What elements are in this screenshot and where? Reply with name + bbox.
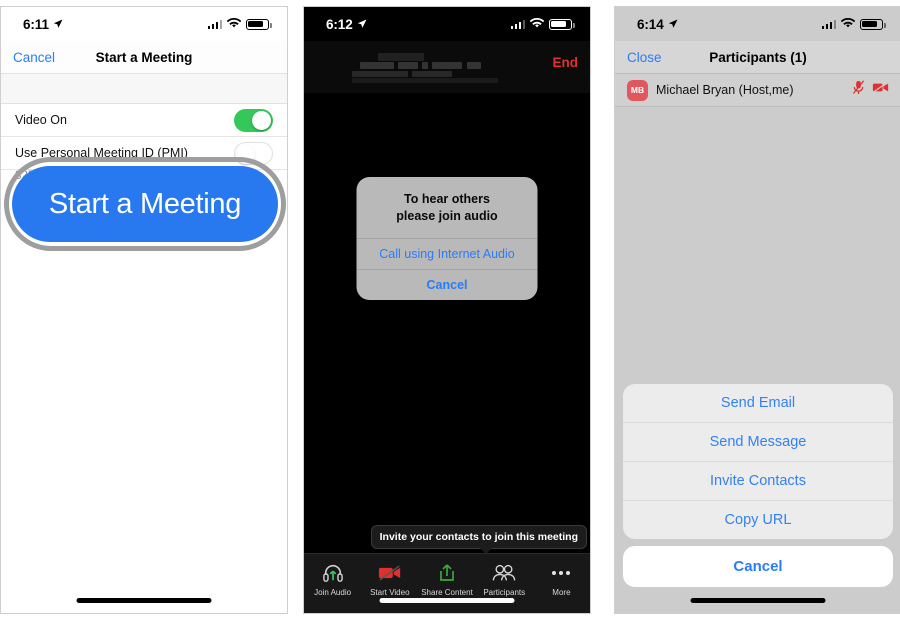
microphone-muted-icon xyxy=(852,80,865,100)
participant-status-icons xyxy=(852,80,889,100)
home-indicator xyxy=(379,598,515,603)
status-bar-right xyxy=(510,17,575,32)
dialog-cancel-button[interactable]: Cancel xyxy=(356,268,538,300)
meeting-header: End xyxy=(304,41,590,93)
battery-icon xyxy=(860,18,886,30)
close-button[interactable]: Close xyxy=(627,50,662,65)
toolbar-more[interactable]: More xyxy=(533,561,590,597)
action-sheet-cancel-button[interactable]: Cancel xyxy=(623,546,893,587)
status-bar-left: 6:12 xyxy=(326,17,367,32)
toolbar-label: Join Audio xyxy=(314,588,352,597)
navigation-bar: Cancel Start a Meeting xyxy=(1,41,287,74)
toolbar-label: Start Video xyxy=(370,588,410,597)
call-using-internet-audio-button[interactable]: Call using Internet Audio xyxy=(356,237,538,269)
invite-contacts-button[interactable]: Invite Contacts xyxy=(623,462,893,501)
headset-icon xyxy=(304,561,361,585)
toolbar-label: Participants xyxy=(483,588,526,597)
wifi-icon xyxy=(840,17,856,32)
toolbar-participants[interactable]: Participants xyxy=(476,561,533,597)
home-indicator xyxy=(76,598,212,603)
start-meeting-callout: Start a Meeting xyxy=(4,157,286,251)
participant-name: Michael Bryan (Host,me) xyxy=(656,83,794,97)
send-email-button[interactable]: Send Email xyxy=(623,384,893,423)
invite-action-sheet: Send Email Send Message Invite Contacts … xyxy=(623,384,893,587)
start-meeting-button[interactable]: Start a Meeting xyxy=(12,166,278,242)
participant-row[interactable]: MB Michael Bryan (Host,me) xyxy=(615,74,900,107)
cellular-signal-icon xyxy=(821,19,836,29)
status-time: 6:11 xyxy=(23,16,49,32)
dialog-message-line2: please join audio xyxy=(396,208,498,223)
copy-url-button[interactable]: Copy URL xyxy=(623,501,893,539)
end-meeting-button[interactable]: End xyxy=(553,55,579,70)
status-bar-right xyxy=(821,17,886,32)
home-indicator xyxy=(690,598,826,603)
video-on-toggle[interactable] xyxy=(234,108,273,132)
toolbar-label: More xyxy=(552,588,571,597)
meeting-toolbar: Join Audio Start Video Share Content Par… xyxy=(304,553,590,613)
phone-screen-in-meeting: 6:12 End To hear others please join audi… xyxy=(303,6,591,614)
cellular-signal-icon xyxy=(510,19,525,29)
status-bar: 6:12 xyxy=(304,7,590,41)
phone-screen-start-meeting: 6:11 Cancel Start a Meeting Video On Use… xyxy=(0,6,288,614)
status-bar-left: 6:14 xyxy=(637,17,678,32)
phone-screen-participants: 6:14 Close Participants (1) MB Michael B… xyxy=(614,6,900,614)
dialog-message: To hear others please join audio xyxy=(357,177,538,238)
screenshot-stage: 6:11 Cancel Start a Meeting Video On Use… xyxy=(0,0,900,620)
cellular-signal-icon xyxy=(207,19,222,29)
toolbar-join-audio[interactable]: Join Audio xyxy=(304,561,361,597)
meeting-id-redacted xyxy=(352,51,542,85)
share-upload-icon xyxy=(418,561,475,585)
status-bar: 6:11 xyxy=(1,7,287,41)
status-bar: 6:14 xyxy=(615,7,900,41)
cancel-button[interactable]: Cancel xyxy=(13,50,55,65)
navigation-bar: Close Participants (1) xyxy=(615,41,900,74)
camera-off-icon xyxy=(872,81,889,99)
join-audio-dialog: To hear others please join audio Call us… xyxy=(356,177,538,300)
location-arrow-icon xyxy=(668,17,678,32)
list-spacer xyxy=(1,74,287,104)
battery-icon xyxy=(246,18,272,30)
status-bar-left: 6:11 xyxy=(23,17,63,32)
settings-row-video-on[interactable]: Video On xyxy=(1,104,287,137)
send-message-button[interactable]: Send Message xyxy=(623,423,893,462)
invite-tooltip: Invite your contacts to join this meetin… xyxy=(370,525,587,554)
battery-icon xyxy=(549,18,575,30)
people-icon xyxy=(476,561,533,585)
avatar: MB xyxy=(627,79,648,101)
status-time: 6:14 xyxy=(637,16,664,32)
camera-off-icon xyxy=(361,561,418,585)
dialog-message-line1: To hear others xyxy=(404,192,490,206)
settings-row-label: Video On xyxy=(15,113,67,127)
action-sheet-group: Send Email Send Message Invite Contacts … xyxy=(623,384,893,539)
status-time: 6:12 xyxy=(326,16,353,32)
video-canvas xyxy=(304,93,590,553)
location-arrow-icon xyxy=(357,17,367,32)
toolbar-start-video[interactable]: Start Video xyxy=(361,561,418,597)
wifi-icon xyxy=(226,17,242,32)
ellipsis-icon xyxy=(533,561,590,585)
status-bar-right xyxy=(207,17,272,32)
toolbar-share-content[interactable]: Share Content xyxy=(418,561,475,597)
location-arrow-icon xyxy=(53,17,63,32)
wifi-icon xyxy=(529,17,545,32)
toolbar-label: Share Content xyxy=(421,588,473,597)
